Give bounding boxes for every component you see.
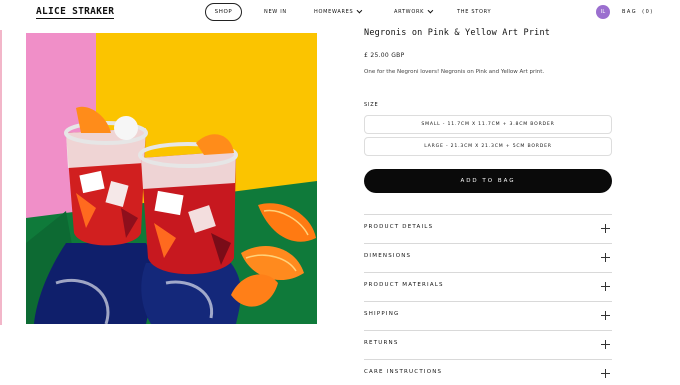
bag-link[interactable]: BAG (0) [622, 9, 654, 15]
plus-icon [601, 311, 610, 320]
site-logo[interactable]: ALICE STRAKER [36, 7, 115, 19]
chevron-down-icon [427, 7, 434, 14]
nav-new-in[interactable]: NEW IN [264, 9, 287, 15]
nav-the-story-label: THE STORY [457, 9, 492, 15]
nav-the-story[interactable]: THE STORY [457, 9, 491, 15]
accordion-label: DIMENSIONS [364, 253, 412, 259]
accordion-label: PRODUCT MATERIALS [364, 282, 444, 288]
nav-new-in-label: NEW IN [264, 9, 287, 15]
product-image[interactable] [26, 33, 317, 324]
size-option-small[interactable]: SMALL - 11.7CM X 11.7CM + 3.8CM BORDER [364, 115, 612, 134]
left-accent-line [0, 30, 2, 325]
accordion-label: PRODUCT DETAILS [364, 224, 434, 230]
nav-artwork[interactable]: ARTWORK [394, 7, 434, 15]
plus-icon [601, 224, 610, 233]
accordion-label: RETURNS [364, 340, 399, 346]
nav-homewares-label: HOMEWARES [314, 9, 354, 15]
accordion-label: CARE INSTRUCTIONS [364, 369, 443, 375]
accordion-label: SHIPPING [364, 311, 400, 317]
nav-homewares[interactable]: HOMEWARES [314, 7, 363, 15]
accordion-dimensions[interactable]: DIMENSIONS [364, 243, 612, 272]
product-title: Negronis on Pink & Yellow Art Print [364, 28, 551, 38]
plus-icon [601, 340, 610, 349]
chevron-down-icon [356, 7, 363, 14]
product-description: One for the Negroni lovers! Negronis on … [364, 69, 545, 75]
plus-icon [601, 369, 610, 378]
accordion-returns[interactable]: RETURNS [364, 330, 612, 359]
bag-label: BAG [622, 9, 638, 15]
size-label: SIZE [364, 102, 379, 108]
accordion-product-materials[interactable]: PRODUCT MATERIALS [364, 272, 612, 301]
accordion-product-details[interactable]: PRODUCT DETAILS [364, 214, 612, 243]
plus-icon [601, 282, 610, 291]
plus-icon [601, 253, 610, 262]
site-header: ALICE STRAKER SHOP NEW IN HOMEWARES ARTW… [0, 0, 680, 26]
product-price: £ 25.00 GBP [364, 52, 405, 59]
account-avatar[interactable]: IL [596, 5, 610, 19]
add-to-bag-button[interactable]: ADD TO BAG [364, 169, 612, 193]
size-option-large[interactable]: LARGE - 21.3CM X 21.3CM + 5CM BORDER [364, 137, 612, 156]
accordion-shipping[interactable]: SHIPPING [364, 301, 612, 330]
bag-count: (0) [642, 9, 654, 15]
nav-artwork-label: ARTWORK [394, 9, 425, 15]
accordion-care-instructions[interactable]: CARE INSTRUCTIONS [364, 359, 612, 385]
nav-shop-button[interactable]: SHOP [205, 3, 242, 21]
